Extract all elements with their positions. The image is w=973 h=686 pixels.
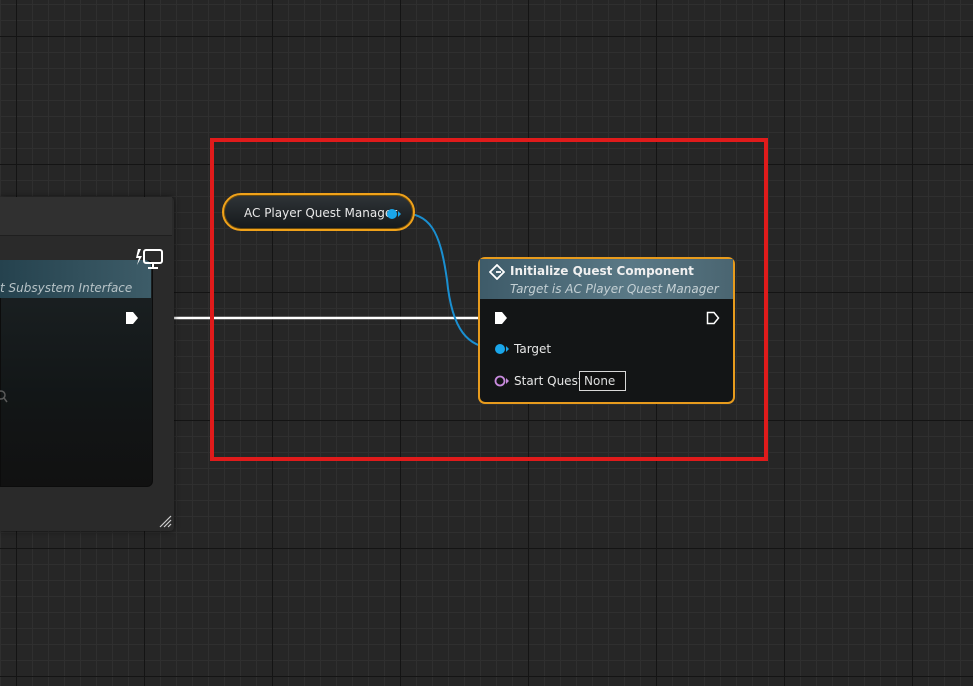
monitor-icon [136,249,163,269]
function-node-title: Initialize Quest Component [510,264,694,278]
start-quest-value-input[interactable] [579,371,626,391]
exec-out-pin-icon[interactable] [706,311,720,325]
start-quest-pin-label: Start Quest [514,374,583,388]
target-pin-icon[interactable] [494,343,510,355]
function-node-subtitle: Target is AC Player Quest Manager [510,282,719,296]
left-node-subtitle: t Subsystem Interface [0,281,133,295]
getter-output-pin-icon[interactable] [386,207,402,221]
resize-grip-icon[interactable] [157,513,173,529]
exec-in-pin-icon[interactable] [494,311,508,325]
left-node-frame-header [0,197,172,236]
left-exec-out-pin-icon[interactable] [125,311,139,325]
search-icon [0,390,8,403]
blueprint-graph-canvas[interactable]: t Subsystem Interface AC Player Quest Ma… [0,0,973,686]
target-pin-label: Target [514,342,552,356]
function-icon [489,264,505,280]
start-quest-pin-icon[interactable] [494,375,510,387]
getter-node-label: AC Player Quest Manager [244,206,398,220]
